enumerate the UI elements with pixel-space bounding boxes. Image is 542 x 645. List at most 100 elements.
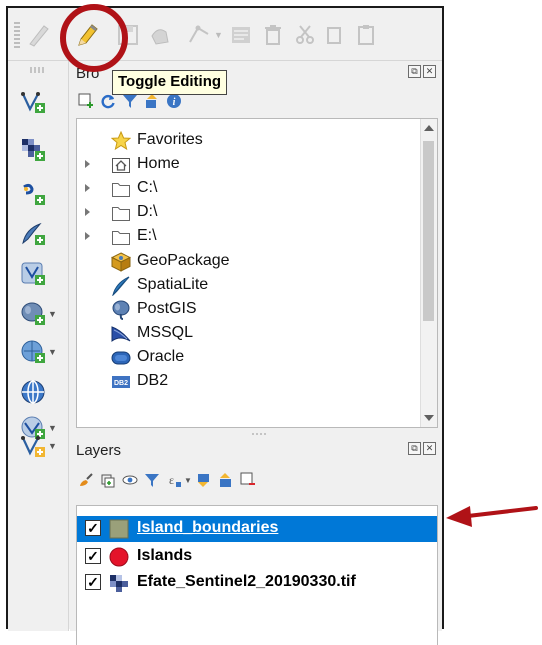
- svg-text:ε: ε: [169, 473, 174, 487]
- mssql-icon: [111, 326, 131, 342]
- digitize-icon[interactable]: [26, 22, 52, 48]
- browser-item-geopackage[interactable]: GeoPackage: [77, 250, 417, 274]
- svg-text:DB2: DB2: [114, 380, 128, 387]
- layer-visibility-checkbox[interactable]: ✓: [85, 574, 101, 590]
- toolbar-grip[interactable]: [14, 22, 20, 48]
- browser-item-db2[interactable]: DB2 DB2: [77, 370, 417, 394]
- close-icon[interactable]: ✕: [423, 442, 436, 455]
- browser-item-label: E:\: [137, 227, 157, 244]
- collapse-all-icon[interactable]: [144, 93, 160, 109]
- panel-splitter[interactable]: [70, 430, 442, 438]
- scroll-down-arrow-icon[interactable]: [424, 415, 434, 421]
- browser-scrollbar[interactable]: [420, 119, 437, 427]
- folder-icon: [112, 207, 130, 221]
- add-selected-layers-icon[interactable]: [78, 93, 94, 109]
- chevron-down-icon[interactable]: ▼: [48, 347, 57, 357]
- browser-item-label: Home: [137, 155, 180, 172]
- browser-item-label: GeoPackage: [137, 252, 230, 269]
- close-icon[interactable]: ✕: [423, 65, 436, 78]
- browser-item-label: C:\: [137, 179, 158, 196]
- filter-icon[interactable]: [122, 93, 138, 109]
- modify-attributes-icon[interactable]: [228, 22, 254, 48]
- browser-item-label: PostGIS: [137, 300, 197, 317]
- data-source-toolbar: ▼ ▼ ▼ ▼: [8, 61, 69, 631]
- annotation-highlight-circle: [60, 4, 128, 72]
- raster-layer-icon: [110, 575, 128, 592]
- new-vector-layer-alt-icon[interactable]: [20, 433, 46, 459]
- browser-item-home[interactable]: Home: [77, 153, 417, 177]
- browser-item-postgis[interactable]: PostGIS: [77, 298, 417, 322]
- add-wms-layer-icon[interactable]: [20, 339, 46, 365]
- expand-arrow-icon[interactable]: [85, 160, 90, 168]
- manage-visibility-icon[interactable]: [122, 472, 138, 488]
- spatialite-feather-icon: [112, 276, 130, 296]
- oracle-icon: [111, 351, 131, 365]
- remove-layer-icon[interactable]: [240, 472, 256, 488]
- layer-name: Island_boundaries: [137, 519, 279, 536]
- browser-item-mssql[interactable]: MSSQL: [77, 322, 417, 346]
- float-panel-icon[interactable]: ⧉: [408, 442, 421, 455]
- panel-controls: ⧉ ✕: [408, 442, 436, 455]
- layer-row-efate-sentinel[interactable]: ✓ Efate_Sentinel2_20190330.tif: [77, 570, 437, 596]
- style-brush-icon[interactable]: [78, 472, 94, 488]
- layers-tree: ✓ Island_boundaries ✓ Islands ✓ Efate_Se…: [76, 505, 438, 645]
- scroll-thumb[interactable]: [423, 141, 434, 321]
- browser-item-label: Oracle: [137, 348, 185, 365]
- cut-features-icon[interactable]: [292, 22, 318, 48]
- browser-item-c-drive[interactable]: C:\: [77, 177, 417, 201]
- browser-item-label: Favorites: [137, 131, 203, 148]
- layer-row-islands[interactable]: ✓ Islands: [77, 544, 437, 570]
- chevron-down-icon[interactable]: ▼: [48, 423, 57, 433]
- qgis-window: ▼ ▼ ▼ ▼ ▼ Bro ⧉ ✕ i Favorites Home C:\ D…: [6, 6, 444, 645]
- filter-legend-icon[interactable]: [144, 472, 160, 488]
- layer-visibility-checkbox[interactable]: ✓: [85, 548, 101, 564]
- filter-by-expression-icon[interactable]: ε: [166, 472, 182, 488]
- browser-item-e-drive[interactable]: E:\: [77, 225, 417, 249]
- collapse-all-icon[interactable]: [218, 472, 234, 488]
- chevron-down-icon[interactable]: ▼: [214, 30, 223, 40]
- db2-icon: DB2: [112, 376, 130, 388]
- toggle-editing-tooltip: Toggle Editing: [112, 70, 228, 95]
- annotation-arrow-icon: [446, 506, 538, 527]
- delete-selected-icon[interactable]: [260, 22, 286, 48]
- new-vector-layer-icon[interactable]: [20, 89, 46, 115]
- paste-features-icon[interactable]: [354, 22, 380, 48]
- folder-icon: [112, 183, 130, 197]
- expand-arrow-icon[interactable]: [85, 208, 90, 216]
- add-delimited-text-icon[interactable]: [20, 221, 46, 247]
- layer-visibility-checkbox[interactable]: ✓: [85, 520, 101, 536]
- browser-panel: Bro ⧉ ✕ i Favorites Home C:\ D:\ E:\ Geo…: [70, 61, 442, 430]
- add-group-icon[interactable]: [100, 472, 116, 488]
- add-postgis-layer-icon[interactable]: [20, 301, 46, 327]
- copy-features-icon[interactable]: [322, 22, 348, 48]
- vertex-tool-icon[interactable]: [186, 22, 212, 48]
- refresh-icon[interactable]: [100, 93, 116, 109]
- add-raster-layer-icon[interactable]: [20, 137, 46, 163]
- browser-item-oracle[interactable]: Oracle: [77, 346, 417, 370]
- scroll-up-arrow-icon[interactable]: [424, 125, 434, 131]
- browser-item-d-drive[interactable]: D:\: [77, 201, 417, 225]
- chevron-down-icon[interactable]: ▼: [184, 476, 192, 485]
- expand-all-icon[interactable]: [196, 472, 212, 488]
- add-feature-icon[interactable]: [148, 22, 174, 48]
- browser-item-spatialite[interactable]: SpatiaLite: [77, 274, 417, 298]
- svg-text:i: i: [173, 97, 176, 108]
- layer-name: Islands: [137, 547, 193, 564]
- expand-arrow-icon[interactable]: [85, 232, 90, 240]
- layer-name: Efate_Sentinel2_20190330.tif: [137, 573, 356, 590]
- chevron-down-icon[interactable]: ▼: [48, 309, 57, 319]
- properties-info-icon[interactable]: i: [166, 93, 182, 109]
- browser-item-label: DB2: [137, 372, 169, 389]
- add-mesh-layer-icon[interactable]: [20, 181, 46, 207]
- splitter-grip[interactable]: [252, 433, 266, 435]
- expand-arrow-icon[interactable]: [85, 184, 90, 192]
- add-wfs-layer-icon[interactable]: [20, 379, 46, 405]
- add-geopackage-layer-icon[interactable]: [20, 261, 46, 287]
- browser-item-favorites[interactable]: Favorites: [77, 129, 417, 153]
- point-circle-icon: [109, 547, 129, 567]
- home-folder-icon: [112, 158, 130, 173]
- layer-row-island-boundaries[interactable]: ✓ Island_boundaries: [77, 516, 437, 542]
- float-panel-icon[interactable]: ⧉: [408, 65, 421, 78]
- chevron-down-icon[interactable]: ▼: [48, 441, 57, 451]
- toolbar-grip[interactable]: [30, 67, 44, 73]
